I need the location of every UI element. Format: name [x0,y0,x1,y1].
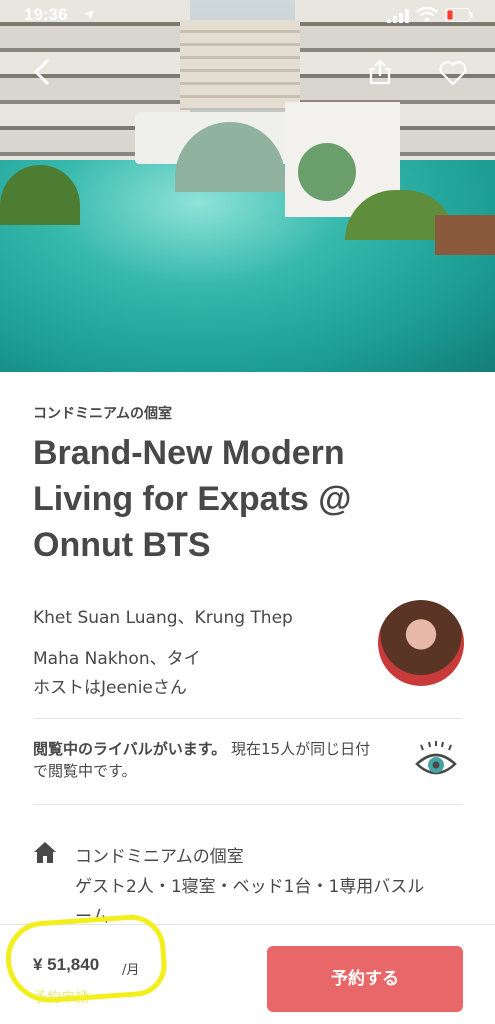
battery-icon [445,8,473,22]
price-highlight-circle [3,912,169,1006]
status-bar: 19:36 [0,0,495,34]
rival-notice: 閲覧中のライバルがいます。 現在15人が同じ日付で閲覧中です。 [33,738,373,782]
location-line: Maha Nakhon、タイ [33,649,201,669]
tower-circle-window [298,143,356,201]
divider [33,718,463,719]
hero-photo[interactable] [0,0,495,372]
wifi-icon [416,7,438,22]
title-line: Onnut BTS [33,526,211,564]
eye-icon [415,741,457,775]
heart-icon[interactable] [439,60,467,86]
listing-type: コンドミニアムの個室 [33,406,173,422]
room-type: コンドミニアムの個室 [75,847,244,867]
listing-title: Brand-New Modern Living for Expats @ Onn… [33,430,453,568]
status-time: 19:36 [24,5,68,24]
title-line: Living for Expats @ [33,480,352,518]
rival-notice-bold: 閲覧中のライバルがいます。 [33,740,227,758]
back-arrow-icon[interactable] [30,58,56,86]
home-icon [34,842,56,863]
book-button[interactable]: 予約する [267,946,463,1012]
title-line: Brand-New Modern [33,434,345,472]
host-name[interactable]: ホストはJeenieさん [33,673,187,698]
share-icon[interactable] [367,58,393,86]
divider [33,804,463,805]
host-avatar[interactable] [378,600,464,686]
wood-deck [435,215,495,255]
location-line: Khet Suan Luang、Krung Thep [33,608,293,628]
location-arrow-icon [84,10,94,20]
signal-icon [387,9,409,23]
